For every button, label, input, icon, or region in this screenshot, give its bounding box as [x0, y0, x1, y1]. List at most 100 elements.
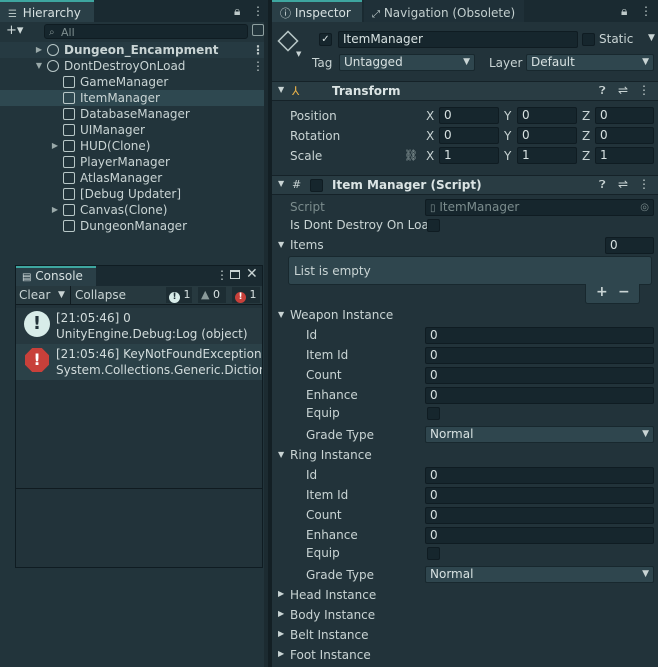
enhance-input[interactable]: 0 — [425, 387, 654, 404]
hierarchy-item[interactable]: ▶ HUD(Clone) — [0, 138, 268, 154]
collapse-button[interactable]: Collapse — [75, 286, 126, 304]
warning-count-toggle[interactable]: ▲ 0 — [198, 287, 226, 303]
hierarchy-item[interactable]: PlayerManager — [0, 154, 268, 170]
active-toggle-checkbox[interactable]: ✓ — [319, 33, 332, 46]
gameobject-cube-icon[interactable] — [277, 30, 299, 52]
error-count-toggle[interactable]: ! 1 — [232, 287, 260, 303]
hierarchy-item[interactable]: ItemManager — [0, 90, 268, 106]
hierarchy-search-input[interactable]: ⌕ All — [44, 24, 248, 39]
count-input[interactable]: 0 — [425, 507, 654, 524]
tab-navigation[interactable]: ⤢ Navigation (Obsolete) — [364, 0, 524, 22]
expanded-arrow-icon[interactable]: ▼ — [34, 58, 44, 74]
axis-y-label[interactable]: Y — [504, 148, 511, 164]
collapsed-arrow-icon[interactable]: ▶ — [50, 138, 60, 154]
axis-y-label[interactable]: Y — [504, 128, 511, 144]
remove-element-button[interactable]: − — [618, 284, 630, 300]
transform-z-input[interactable]: 1 — [595, 147, 654, 164]
menu-kebab-icon[interactable]: ⋮ — [252, 42, 264, 58]
hierarchy-item[interactable]: ▶ Canvas(Clone) — [0, 202, 268, 218]
tag-dropdown[interactable]: Untagged ▼ — [339, 54, 475, 71]
add-object-button[interactable]: +▾ — [6, 23, 23, 38]
transform-x-input[interactable]: 0 — [439, 107, 499, 124]
collapsed-arrow-icon[interactable]: ▶ — [278, 609, 284, 618]
tab-console[interactable]: ▤ Console — [16, 266, 96, 286]
hierarchy-item[interactable]: AtlasManager — [0, 170, 268, 186]
axis-z-label[interactable]: Z — [582, 148, 590, 164]
item-manager-script-header[interactable]: ▼ # Item Manager (Script) ❓︎ ⇌ ⋮ — [272, 175, 658, 195]
hierarchy-item[interactable]: GameManager — [0, 74, 268, 90]
clear-button[interactable]: Clear — [19, 286, 50, 304]
transform-header[interactable]: ▼ ⅄ Transform ❓︎ ⇌ ⋮ — [272, 81, 658, 101]
help-icon[interactable]: ❓︎ — [599, 84, 606, 98]
static-checkbox[interactable] — [582, 33, 595, 46]
transform-x-input[interactable]: 0 — [439, 127, 499, 144]
component-enabled-checkbox[interactable] — [310, 179, 323, 192]
transform-y-input[interactable]: 0 — [517, 107, 577, 124]
object-name-input[interactable]: ItemManager — [338, 31, 578, 48]
console-error-entry[interactable]: ! [21:05:46] KeyNotFoundException: T Sys… — [16, 344, 262, 380]
axis-z-label[interactable]: Z — [582, 108, 590, 124]
icon-dropdown-arrow-icon[interactable]: ▼ — [296, 50, 301, 58]
info-count-toggle[interactable]: ! 1 — [166, 287, 192, 303]
enhance-input[interactable]: 0 — [425, 527, 654, 544]
collapsed-section-title[interactable]: Belt Instance — [290, 627, 369, 643]
foldout-arrow-icon[interactable]: ▼ — [278, 450, 284, 459]
instance-title[interactable]: Ring Instance — [290, 447, 372, 463]
lock-icon[interactable]: 🔒︎ — [621, 4, 627, 19]
axis-x-label[interactable]: X — [426, 108, 434, 124]
menu-kebab-icon[interactable]: ⋮ — [640, 4, 652, 18]
hierarchy-item[interactable]: UIManager — [0, 122, 268, 138]
preset-icon[interactable]: ⇌ — [618, 177, 628, 191]
dont-destroy-checkbox[interactable] — [427, 219, 440, 232]
items-size-input[interactable]: 0 — [605, 237, 654, 254]
collapsed-section-title[interactable]: Body Instance — [290, 607, 375, 623]
collapsed-arrow-icon[interactable]: ▶ — [278, 589, 284, 598]
collapsed-section-title[interactable]: Head Instance — [290, 587, 376, 603]
hierarchy-item[interactable]: [Debug Updater] — [0, 186, 268, 202]
equip-checkbox[interactable] — [427, 547, 440, 560]
hierarchy-scene-item[interactable]: ▼ DontDestroyOnLoad ⋮ — [0, 58, 268, 74]
static-dropdown-arrow-icon[interactable]: ▼ — [648, 33, 655, 43]
axis-y-label[interactable]: Y — [504, 108, 511, 124]
tab-hierarchy[interactable]: ☰ Hierarchy — [0, 0, 94, 22]
equip-checkbox[interactable] — [427, 407, 440, 420]
collapsed-arrow-icon[interactable]: ▶ — [34, 42, 44, 58]
menu-kebab-icon[interactable]: ⋮ — [252, 4, 264, 18]
collapsed-arrow-icon[interactable]: ▶ — [278, 649, 284, 658]
hierarchy-item[interactable]: DungeonManager — [0, 218, 268, 234]
collapsed-arrow-icon[interactable]: ▶ — [50, 202, 60, 218]
id-input[interactable]: 0 — [425, 467, 654, 484]
grade-type-dropdown[interactable]: Normal ▼ — [425, 566, 654, 583]
maximize-icon[interactable] — [230, 270, 240, 279]
menu-kebab-icon[interactable]: ⋮ — [638, 177, 650, 191]
menu-kebab-icon[interactable]: ⋮ — [216, 268, 228, 282]
transform-z-input[interactable]: 0 — [595, 107, 654, 124]
hierarchy-item[interactable]: DatabaseManager — [0, 106, 268, 122]
transform-x-input[interactable]: 1 — [439, 147, 499, 164]
item-id-input[interactable]: 0 — [425, 487, 654, 504]
transform-y-input[interactable]: 1 — [517, 147, 577, 164]
transform-z-input[interactable]: 0 — [595, 127, 654, 144]
collapsed-section-title[interactable]: Foot Instance — [290, 647, 371, 663]
collapsed-arrow-icon[interactable]: ▶ — [278, 629, 284, 638]
transform-y-input[interactable]: 0 — [517, 127, 577, 144]
layer-dropdown[interactable]: Default ▼ — [526, 54, 654, 71]
help-icon[interactable]: ❓︎ — [599, 178, 606, 192]
close-icon[interactable]: ✕ — [246, 266, 258, 282]
preset-icon[interactable]: ⇌ — [618, 83, 628, 97]
menu-kebab-icon[interactable]: ⋮ — [252, 58, 264, 74]
link-icon[interactable]: ⛓︎ — [404, 149, 418, 162]
hierarchy-scene-item[interactable]: ▶ Dungeon_Encampment ⋮ — [0, 42, 268, 58]
grade-type-dropdown[interactable]: Normal ▼ — [425, 426, 654, 443]
instance-title[interactable]: Weapon Instance — [290, 307, 393, 323]
console-detail-pane[interactable] — [16, 489, 262, 567]
clear-dropdown-arrow-icon[interactable]: ▼ — [58, 286, 65, 304]
axis-x-label[interactable]: X — [426, 148, 434, 164]
tab-inspector[interactable]: ⓘ Inspector — [272, 0, 362, 22]
item-id-input[interactable]: 0 — [425, 347, 654, 364]
lock-icon[interactable]: 🔒︎ — [234, 4, 240, 19]
id-input[interactable]: 0 — [425, 327, 654, 344]
axis-x-label[interactable]: X — [426, 128, 434, 144]
scene-visibility-icon[interactable] — [252, 24, 264, 36]
axis-z-label[interactable]: Z — [582, 128, 590, 144]
